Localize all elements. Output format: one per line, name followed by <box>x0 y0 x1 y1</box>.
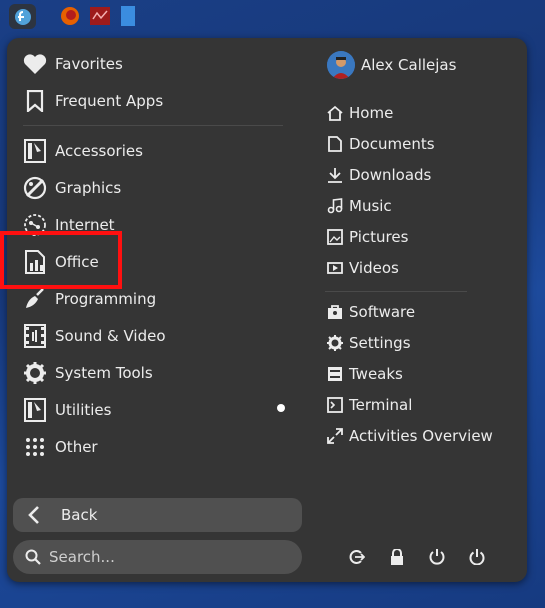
shortcut-label: Settings <box>349 334 411 352</box>
logout-icon <box>349 549 365 565</box>
shortcut-terminal[interactable]: Terminal <box>327 392 412 418</box>
shortcut-software[interactable]: Software <box>327 299 415 325</box>
film-icon <box>23 324 47 348</box>
category-label: Sound & Video <box>55 327 166 345</box>
tweaks-icon <box>327 366 343 382</box>
expand-icon <box>327 428 343 444</box>
place-videos[interactable]: Videos <box>327 255 399 281</box>
picture-icon <box>327 229 343 245</box>
avatar <box>327 51 355 79</box>
category-graphics[interactable]: Graphics <box>23 173 121 203</box>
chevron-left-icon <box>27 505 55 525</box>
back-button[interactable]: Back <box>13 498 302 532</box>
shortcut-label: Activities Overview <box>349 427 493 445</box>
shortcut-label: Software <box>349 303 416 321</box>
terminal-icon <box>327 397 343 413</box>
user-account[interactable]: Alex Callejas <box>327 50 456 80</box>
home-icon <box>327 105 343 121</box>
programming-icon <box>23 287 47 311</box>
bookmark-icon <box>23 89 47 113</box>
music-icon <box>327 198 343 214</box>
shortcut-settings[interactable]: Settings <box>327 330 411 356</box>
search-input[interactable]: Search... <box>13 540 302 574</box>
software-icon <box>327 304 343 320</box>
firefox-icon[interactable] <box>60 6 80 26</box>
place-music[interactable]: Music <box>327 193 392 219</box>
category-label: Programming <box>55 290 157 308</box>
category-label: Accessories <box>55 142 143 160</box>
category-utilities[interactable]: Utilities <box>23 395 111 425</box>
restart-button[interactable] <box>426 546 448 568</box>
category-system-tools[interactable]: System Tools <box>23 358 153 388</box>
search-icon <box>25 549 41 565</box>
document-icon <box>327 136 343 152</box>
category-label: Frequent Apps <box>55 92 164 110</box>
fedora-logo-icon[interactable] <box>9 4 36 29</box>
lock-button[interactable] <box>386 546 408 568</box>
place-pictures[interactable]: Pictures <box>327 224 408 250</box>
category-other[interactable]: Other <box>23 432 98 462</box>
category-label: Other <box>55 438 98 456</box>
place-documents[interactable]: Documents <box>327 131 435 157</box>
video-icon <box>327 260 343 276</box>
office-highlight-box <box>0 231 122 289</box>
settings-icon <box>327 335 343 351</box>
power-icon <box>469 549 485 565</box>
graphics-icon <box>23 176 47 200</box>
category-favorites[interactable]: Favorites <box>23 49 123 79</box>
system-monitor-icon[interactable] <box>90 6 110 26</box>
heart-icon <box>23 52 47 76</box>
grid-dots-icon <box>23 435 47 459</box>
place-label: Downloads <box>349 166 432 184</box>
places-separator <box>325 291 467 292</box>
accessories-icon <box>23 139 47 163</box>
category-label: Graphics <box>55 179 122 197</box>
new-app-indicator <box>277 404 285 412</box>
place-label: Home <box>349 104 394 122</box>
logout-button[interactable] <box>346 546 368 568</box>
place-home[interactable]: Home <box>327 100 393 126</box>
place-downloads[interactable]: Downloads <box>327 162 431 188</box>
search-placeholder: Search... <box>49 548 115 566</box>
category-accessories[interactable]: Accessories <box>23 136 143 166</box>
place-label: Videos <box>349 259 399 277</box>
gear-icon <box>23 361 47 385</box>
category-separator <box>23 125 283 126</box>
place-label: Pictures <box>349 228 409 246</box>
power-button[interactable] <box>466 546 488 568</box>
download-icon <box>327 167 343 183</box>
category-label: System Tools <box>55 364 153 382</box>
user-name: Alex Callejas <box>361 56 457 74</box>
shortcut-activities-overview[interactable]: Activities Overview <box>327 423 493 449</box>
shortcut-label: Terminal <box>349 396 413 414</box>
utilities-icon <box>23 398 47 422</box>
text-editor-icon[interactable] <box>119 6 139 26</box>
category-label: Favorites <box>55 55 123 73</box>
lock-icon <box>390 549 404 565</box>
taskbar <box>0 0 545 32</box>
back-label: Back <box>61 506 98 524</box>
shortcut-label: Tweaks <box>349 365 403 383</box>
category-label: Utilities <box>55 401 112 419</box>
category-frequent-apps[interactable]: Frequent Apps <box>23 86 163 116</box>
place-label: Documents <box>349 135 435 153</box>
shortcut-tweaks[interactable]: Tweaks <box>327 361 403 387</box>
restart-icon <box>429 549 445 565</box>
category-sound-video[interactable]: Sound & Video <box>23 321 166 351</box>
applications-menu: Favorites Frequent Apps Accessories Grap… <box>7 38 527 582</box>
place-label: Music <box>349 197 392 215</box>
